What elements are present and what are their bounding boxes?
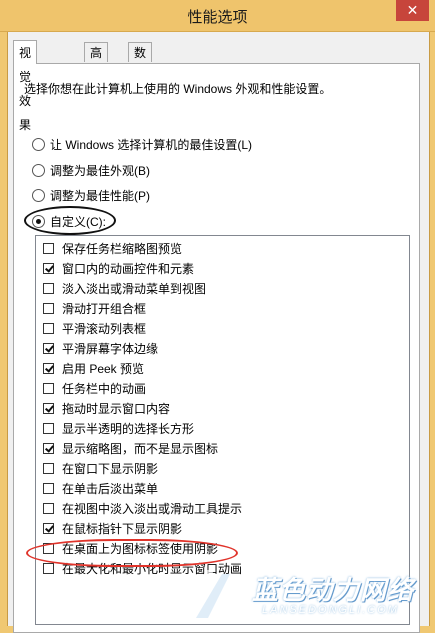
- checkbox-unchecked[interactable]: [43, 282, 54, 294]
- checkbox-unchecked[interactable]: [43, 562, 54, 574]
- checkbox-unchecked[interactable]: [43, 302, 54, 314]
- effect-item[interactable]: 在窗口下显示阴影: [43, 459, 158, 477]
- effect-label: 保存任务栏缩略图预览: [62, 241, 183, 256]
- effect-label: 窗口内的动画控件和元素: [62, 261, 195, 276]
- tab-advanced[interactable]: 高级: [84, 42, 109, 80]
- effect-label: 平滑滚动列表框: [62, 321, 147, 336]
- effect-item[interactable]: 显示半透明的选择长方形: [43, 419, 194, 437]
- checkbox-checked[interactable]: [43, 342, 54, 354]
- effect-item[interactable]: 显示缩略图，而不是显示图标: [43, 439, 218, 457]
- watermark: 蓝色动力网络 LANSEDONGLI.COM: [180, 570, 432, 620]
- effect-label: 在窗口下显示阴影: [62, 461, 159, 476]
- window-title: 性能选项: [187, 9, 248, 26]
- checkbox-checked[interactable]: [43, 522, 54, 534]
- effect-item[interactable]: 平滑滚动列表框: [43, 319, 146, 337]
- effect-item[interactable]: 在视图中淡入淡出或滑动工具提示: [43, 499, 242, 517]
- watermark-text: 蓝色动力网络: [252, 575, 415, 605]
- radio-circle[interactable]: [32, 188, 45, 202]
- checkbox-checked[interactable]: [43, 442, 54, 454]
- effect-label: 在视图中淡入淡出或滑动工具提示: [62, 501, 243, 516]
- checkbox-unchecked[interactable]: [43, 482, 54, 494]
- tab-visual-effects[interactable]: 视觉效果: [13, 40, 38, 132]
- watermark-subtext: LANSEDONGLI.COM: [262, 604, 399, 616]
- effect-item[interactable]: 在鼠标指针下显示阴影: [43, 519, 182, 537]
- effect-item[interactable]: 拖动时显示窗口内容: [43, 399, 170, 417]
- effect-label: 淡入淡出或滑动菜单到视图: [62, 281, 207, 296]
- radio-best-performance[interactable]: 调整为最佳性能(P): [32, 187, 150, 203]
- checkbox-unchecked[interactable]: [43, 542, 54, 554]
- effect-label: 在桌面上为图标标签使用阴影: [62, 541, 219, 556]
- radio-circle[interactable]: [32, 163, 45, 177]
- checkbox-unchecked[interactable]: [43, 502, 54, 514]
- close-icon: ✕: [406, 2, 419, 18]
- effect-label: 平滑屏幕字体边缘: [62, 341, 159, 356]
- effect-item[interactable]: 在桌面上为图标标签使用阴影: [43, 539, 218, 557]
- effect-item[interactable]: 窗口内的动画控件和元素: [43, 259, 194, 277]
- effect-item[interactable]: 在单击后淡出菜单: [43, 479, 158, 497]
- effect-label: 滑动打开组合框: [62, 301, 147, 316]
- effect-label: 显示缩略图，而不是显示图标: [62, 441, 219, 456]
- effect-label: 显示半透明的选择长方形: [62, 421, 195, 436]
- checkbox-unchecked[interactable]: [43, 322, 54, 334]
- effect-item[interactable]: 任务栏中的动画: [43, 379, 146, 397]
- effect-item[interactable]: 保存任务栏缩略图预览: [43, 239, 182, 257]
- checkbox-checked[interactable]: [43, 262, 54, 274]
- checkbox-checked[interactable]: [43, 402, 54, 414]
- dialog-body: 视觉效果 高级 数据执行保护 选择你想在此计算机上使用的 Windows 外观和…: [7, 32, 430, 633]
- effect-label: 启用 Peek 预览: [62, 361, 145, 376]
- tab-dep[interactable]: 数据执行保护: [128, 42, 153, 160]
- radio-custom[interactable]: 自定义(C):: [32, 213, 106, 229]
- checkbox-unchecked[interactable]: [43, 382, 54, 394]
- checkbox-unchecked[interactable]: [43, 422, 54, 434]
- effect-item[interactable]: 启用 Peek 预览: [43, 359, 144, 377]
- effect-label: 任务栏中的动画: [62, 381, 147, 396]
- effect-item[interactable]: 淡入淡出或滑动菜单到视图: [43, 279, 206, 297]
- description-text: 选择你想在此计算机上使用的 Windows 外观和性能设置。: [24, 82, 332, 96]
- title-bar: 性能选项 ✕: [0, 0, 435, 32]
- close-button[interactable]: ✕: [396, 0, 429, 21]
- radio-circle[interactable]: [32, 137, 45, 151]
- effect-label: 拖动时显示窗口内容: [62, 401, 171, 416]
- radio-best-appearance[interactable]: 调整为最佳外观(B): [32, 162, 150, 178]
- radio-circle-selected[interactable]: [32, 214, 45, 228]
- watermark-logo-icon: [180, 570, 242, 618]
- effect-label: 在鼠标指针下显示阴影: [62, 521, 183, 536]
- checkbox-unchecked[interactable]: [43, 462, 54, 474]
- checkbox-unchecked[interactable]: [43, 242, 54, 254]
- checkbox-checked[interactable]: [43, 362, 54, 374]
- effect-item[interactable]: 滑动打开组合框: [43, 299, 146, 317]
- radio-let-windows-choose[interactable]: 让 Windows 选择计算机的最佳设置(L): [32, 136, 252, 152]
- effect-label: 在单击后淡出菜单: [62, 481, 159, 496]
- effect-item[interactable]: 平滑屏幕字体边缘: [43, 339, 158, 357]
